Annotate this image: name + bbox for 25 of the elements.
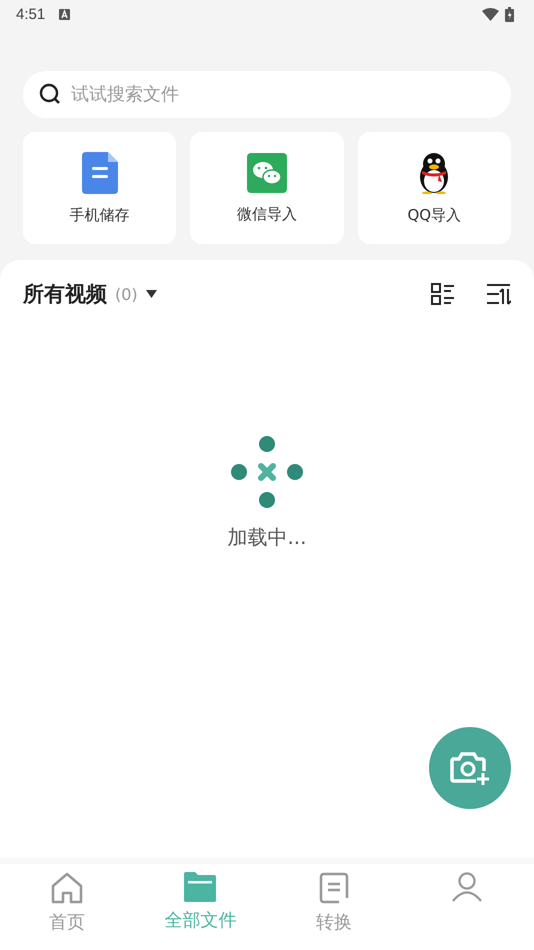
loading-spinner-icon [231,436,303,508]
sort-icon[interactable] [487,283,511,305]
source-label: QQ导入 [408,206,462,224]
source-label: 微信导入 [236,204,297,224]
document-icon [318,872,349,904]
source-card[interactable]: 手机储存 [23,132,176,244]
source-card[interactable]: QQ导入 [358,132,511,244]
source-label: 手机储存 [70,206,130,224]
status-time: 4:51 [16,6,46,22]
keyboard-icon [59,8,70,20]
loading-text: 加载中... [227,524,307,551]
person-icon [451,872,484,902]
home-icon [50,872,84,904]
dropdown-icon[interactable] [146,290,157,298]
wifi-icon [482,8,499,20]
search-field[interactable]: 试试搜索文件 [23,71,511,118]
section-title: 所有视频 [23,281,107,308]
document-icon [82,152,118,194]
camera-plus-icon [450,751,490,785]
list-view-icon[interactable] [431,283,455,305]
source-card[interactable]: 微信导入 [190,132,344,244]
folder-icon [184,872,216,902]
chat-bubbles-icon [246,152,287,192]
item-count: (0) [115,284,138,304]
battery-icon [505,6,514,22]
